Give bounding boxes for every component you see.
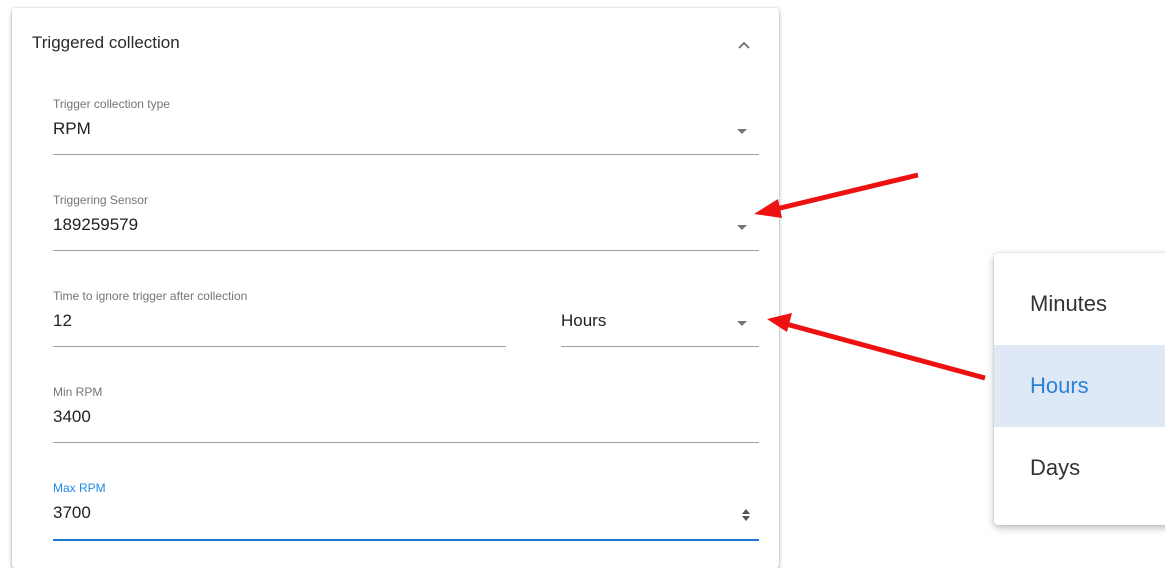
min-rpm-input[interactable]: Min RPM 3400 <box>53 385 759 443</box>
trigger-type-label: Trigger collection type <box>53 97 170 111</box>
number-spinner-icon[interactable] <box>741 507 751 523</box>
dropdown-arrow-icon[interactable] <box>737 321 747 326</box>
dropdown-option-label: Days <box>1030 455 1081 480</box>
triggered-collection-panel: Triggered collection Trigger collection … <box>12 8 779 568</box>
ignore-time-label: Time to ignore trigger after collection <box>53 289 248 303</box>
triggering-sensor-value: 189259579 <box>53 215 139 234</box>
trigger-type-select[interactable]: Trigger collection type RPM <box>53 97 759 155</box>
dropdown-option-days[interactable]: Days <box>994 427 1165 509</box>
panel-title: Triggered collection <box>32 33 180 52</box>
annotation-arrow-unit <box>767 313 986 381</box>
dropdown-option-label: Hours <box>1030 373 1089 398</box>
min-rpm-value[interactable]: 3400 <box>53 407 91 427</box>
dropdown-option-label: Minutes <box>1030 291 1108 316</box>
field-underline-focused <box>53 539 759 541</box>
field-underline <box>53 346 506 347</box>
panel-header[interactable]: Triggered collection <box>12 8 779 80</box>
dropdown-option-minutes[interactable]: Minutes <box>994 263 1165 345</box>
max-rpm-label: Max RPM <box>53 481 106 495</box>
max-rpm-input[interactable]: Max RPM 3700 <box>53 481 759 541</box>
ignore-time-value[interactable]: 12 <box>53 311 72 331</box>
min-rpm-label: Min RPM <box>53 385 103 399</box>
dropdown-arrow-icon[interactable] <box>737 129 747 134</box>
triggering-sensor-select[interactable]: Triggering Sensor 189259579 <box>53 193 759 251</box>
unit-dropdown-menu: Minutes Hours Days <box>994 253 1165 525</box>
field-underline <box>53 154 759 155</box>
field-underline <box>53 442 759 443</box>
ignore-time-input[interactable]: Time to ignore trigger after collection … <box>53 289 506 347</box>
trigger-type-value: RPM <box>53 119 91 138</box>
ignore-unit-value: Hours <box>561 311 607 330</box>
triggering-sensor-label: Triggering Sensor <box>53 193 148 207</box>
field-underline <box>561 346 759 347</box>
dropdown-option-hours[interactable]: Hours <box>994 345 1165 427</box>
field-underline <box>53 250 759 251</box>
ignore-unit-select[interactable]: Hours <box>561 289 759 347</box>
chevron-up-icon[interactable] <box>735 36 753 54</box>
max-rpm-value[interactable]: 3700 <box>53 503 91 523</box>
dropdown-arrow-icon[interactable] <box>737 225 747 230</box>
